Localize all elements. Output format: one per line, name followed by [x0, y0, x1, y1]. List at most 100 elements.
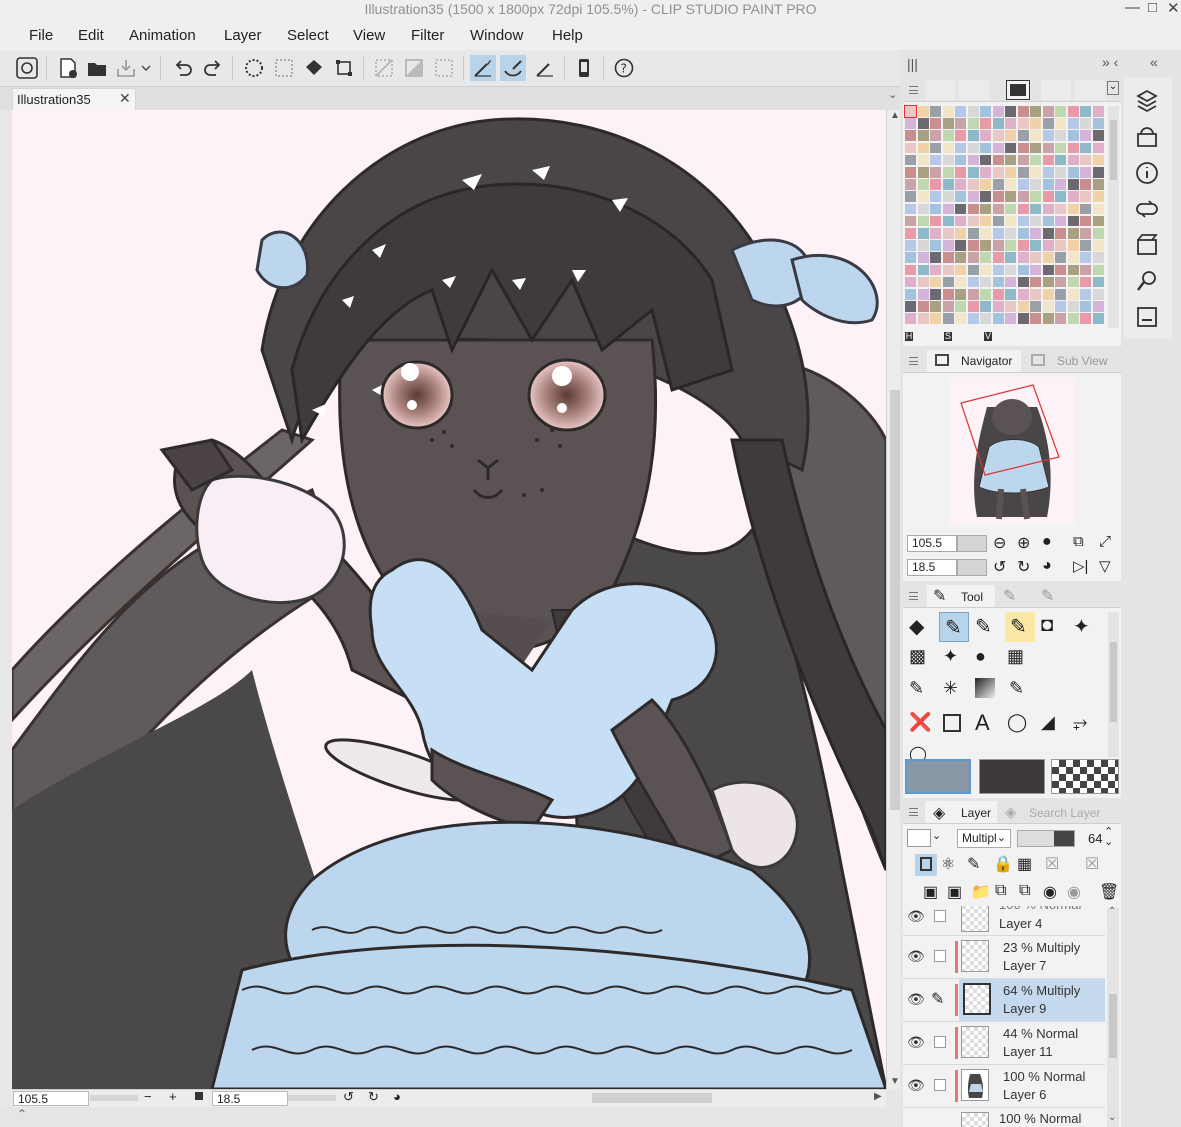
horizontal-scrollbar-thumb[interactable] [592, 1093, 712, 1103]
color-swatch[interactable] [1092, 203, 1104, 215]
color-swatch[interactable] [930, 228, 941, 239]
color-swatch[interactable] [1067, 203, 1079, 215]
gradient-tool-icon[interactable] [975, 678, 995, 698]
sub-tool-tab-icon[interactable]: ✎ [1003, 586, 1016, 606]
color-swatch[interactable] [1080, 289, 1091, 300]
color-swatch[interactable] [930, 179, 941, 190]
navigator-preview[interactable] [949, 377, 1075, 525]
color-swatch[interactable] [917, 191, 929, 203]
color-swatch[interactable] [980, 154, 991, 166]
color-swatch[interactable] [905, 289, 916, 300]
blend-mode-select[interactable]: Multipl ⌄ [957, 829, 1011, 848]
color-swatch[interactable] [992, 106, 1004, 117]
color-swatch[interactable] [967, 118, 979, 129]
create-mask-icon[interactable]: ◉ [1043, 882, 1057, 902]
navigator-rotate-right-icon[interactable]: ↻ [1017, 557, 1030, 577]
color-swatch[interactable] [930, 240, 941, 251]
color-swatch[interactable] [1080, 301, 1091, 312]
color-slider-tab-icon[interactable] [959, 80, 989, 100]
color-swatch[interactable] [1030, 118, 1041, 129]
clip-studio-icon[interactable] [14, 55, 40, 81]
zoom-out-icon[interactable]: − [144, 1089, 152, 1104]
menu-view[interactable]: View [353, 27, 385, 44]
redo-icon[interactable] [200, 55, 226, 81]
color-swatch[interactable] [1042, 215, 1054, 227]
color-swatch[interactable] [1055, 313, 1066, 325]
color-swatch[interactable] [1030, 276, 1041, 288]
color-swatch[interactable] [917, 179, 929, 190]
menu-select[interactable]: Select [287, 27, 329, 44]
color-swatch[interactable] [1017, 240, 1029, 251]
color-swatch[interactable] [992, 313, 1004, 325]
layer-panel-menu-icon[interactable] [909, 808, 918, 816]
color-swatch[interactable] [1055, 301, 1066, 312]
color-swatch[interactable] [1042, 179, 1054, 190]
figure-tool-icon[interactable] [943, 714, 961, 732]
status-rotation-field[interactable]: 18.5 [212, 1091, 288, 1106]
color-swatch[interactable] [1017, 264, 1029, 276]
color-swatch[interactable] [1017, 179, 1029, 190]
layer-color-swatch[interactable] [907, 829, 931, 847]
color-swatch[interactable] [917, 301, 929, 312]
stabilization-tool-icon[interactable] [470, 55, 496, 81]
lock-transparent-icon[interactable]: ▦ [1017, 854, 1032, 874]
color-swatch[interactable] [1055, 179, 1066, 190]
color-swatch[interactable] [955, 203, 966, 215]
layer-edit-check[interactable] [934, 910, 946, 922]
blend-drops-icon[interactable]: ● [975, 646, 986, 667]
maximize-icon[interactable]: □ [1148, 0, 1157, 16]
color-swatch[interactable] [992, 215, 1004, 227]
color-swatch[interactable] [930, 203, 941, 215]
selection-pen-icon[interactable]: ✎ [909, 678, 924, 699]
color-swatch[interactable] [1030, 142, 1041, 154]
layer-edit-check[interactable] [934, 950, 946, 962]
layer-scroll-down-icon[interactable]: ⌄ [1108, 1112, 1116, 1123]
color-swatch[interactable] [1080, 191, 1091, 203]
transfer-down-icon[interactable]: ⧉ [995, 882, 1006, 900]
color-swatch[interactable] [980, 264, 991, 276]
tab-search-layer[interactable]: ◈ Search Layer [1001, 801, 1105, 823]
color-swatch[interactable] [905, 240, 916, 251]
color-swatch[interactable] [1080, 276, 1091, 288]
color-swatch[interactable] [1030, 167, 1041, 178]
color-swatch[interactable] [992, 154, 1004, 166]
color-swatch[interactable] [905, 228, 916, 239]
navigator-flip-horizontal-icon[interactable]: ▷| [1073, 557, 1088, 575]
material-icon[interactable] [1134, 88, 1160, 114]
color-swatch[interactable] [1080, 252, 1091, 264]
color-swatch[interactable] [992, 289, 1004, 300]
color-swatch[interactable] [942, 240, 954, 251]
color-swatch[interactable] [1055, 167, 1066, 178]
color-swatch[interactable] [905, 301, 916, 312]
navigator-rotation-field[interactable]: 18.5 [907, 559, 957, 576]
color-swatch[interactable] [942, 106, 954, 117]
operation-tool-icon[interactable]: ❌ [909, 712, 931, 733]
new-folder-icon[interactable]: 📁 [971, 882, 991, 902]
eyedropper-tool-icon[interactable]: ✎ [1009, 678, 1024, 699]
color-swatch[interactable] [904, 105, 917, 118]
color-swatch[interactable] [1067, 228, 1079, 239]
color-swatch[interactable] [955, 215, 966, 227]
color-swatch[interactable] [955, 228, 966, 239]
color-swatch[interactable] [917, 203, 929, 215]
layer-editing-pen-icon[interactable]: ✎ [931, 989, 944, 1009]
clear-icon[interactable] [241, 55, 267, 81]
navigator-actual-size-icon[interactable]: ⧉ [1073, 533, 1084, 550]
zoom-in-icon[interactable]: + [169, 1089, 177, 1104]
color-swatch[interactable] [955, 264, 966, 276]
help-icon[interactable]: ? [611, 55, 637, 81]
color-swatch[interactable] [1017, 228, 1029, 239]
color-swatch[interactable] [967, 264, 979, 276]
balloon-tool-icon[interactable]: ◯ [1007, 712, 1027, 733]
tab-close-icon[interactable]: ✕ [119, 90, 131, 107]
color-swatch[interactable] [1005, 276, 1016, 288]
history-icon[interactable] [1134, 196, 1160, 222]
color-swatch[interactable] [955, 130, 966, 142]
color-swatch[interactable] [1017, 301, 1029, 312]
color-swatch[interactable] [980, 313, 991, 325]
pen-pressure-icon[interactable] [532, 55, 558, 81]
swatch-scrollbar-thumb[interactable] [1110, 120, 1117, 180]
layer-scroll-up-icon[interactable]: ⌃ [1108, 906, 1116, 917]
new-vector-layer-icon[interactable]: ▣ [947, 882, 962, 902]
color-swatch[interactable] [980, 289, 991, 300]
